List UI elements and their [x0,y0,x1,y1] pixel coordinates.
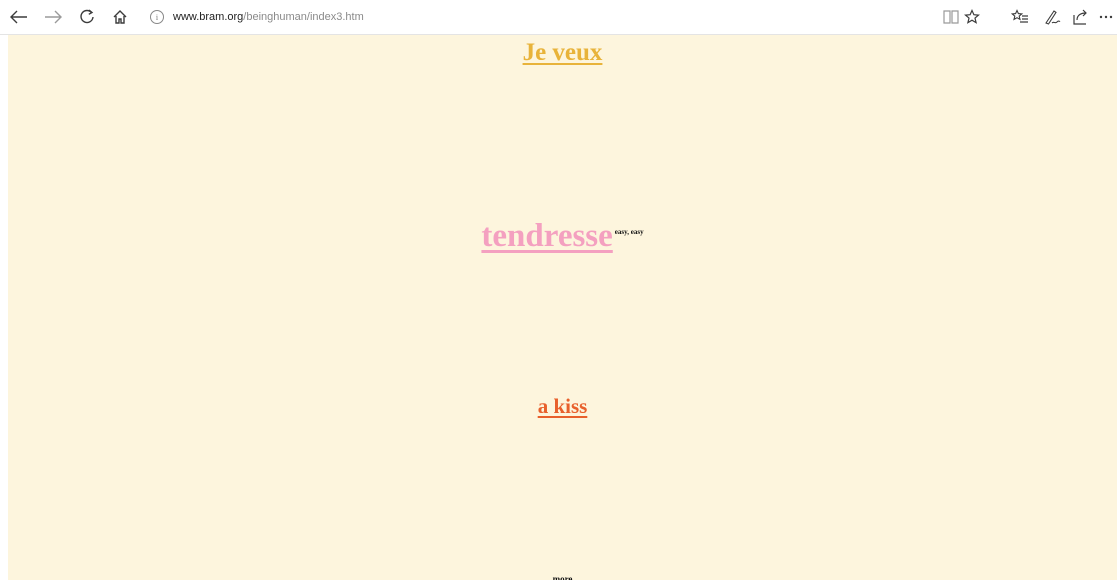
line-more: more [8,569,1117,580]
je-veux-link[interactable]: Je veux [523,39,603,66]
more-text[interactable]: more [553,574,573,580]
site-info-icon[interactable]: i [150,10,164,24]
url-path: /beinghuman/index3.htm [243,11,364,23]
share-icon[interactable] [1068,6,1092,28]
home-icon[interactable] [108,6,132,28]
a-kiss-link[interactable]: a kiss [538,394,588,418]
more-icon[interactable] [1097,6,1115,28]
browser-window: i www.bram.org/beinghuman/index3.htm Je … [0,0,1117,580]
line-tendresse: tendresse easy, easy [8,218,1117,255]
pen-icon[interactable] [1040,6,1064,28]
address-bar[interactable]: i www.bram.org/beinghuman/index3.htm [150,6,364,28]
tendresse-link[interactable]: tendresse [481,218,612,254]
line-a-kiss: a kiss [8,394,1117,419]
star-icon[interactable] [960,6,984,28]
easy-easy-text: easy, easy [614,228,644,236]
url-domain: www.bram.org [173,11,244,23]
refresh-icon[interactable] [75,6,99,28]
page-content: Je veux tendresse easy, easy a kiss more [8,35,1117,580]
back-arrow-icon[interactable] [7,6,31,28]
line-je-veux: Je veux [8,39,1117,67]
forward-arrow-icon[interactable] [41,6,65,28]
favorites-list-icon[interactable] [1008,6,1032,28]
browser-toolbar: i www.bram.org/beinghuman/index3.htm [0,0,1117,35]
